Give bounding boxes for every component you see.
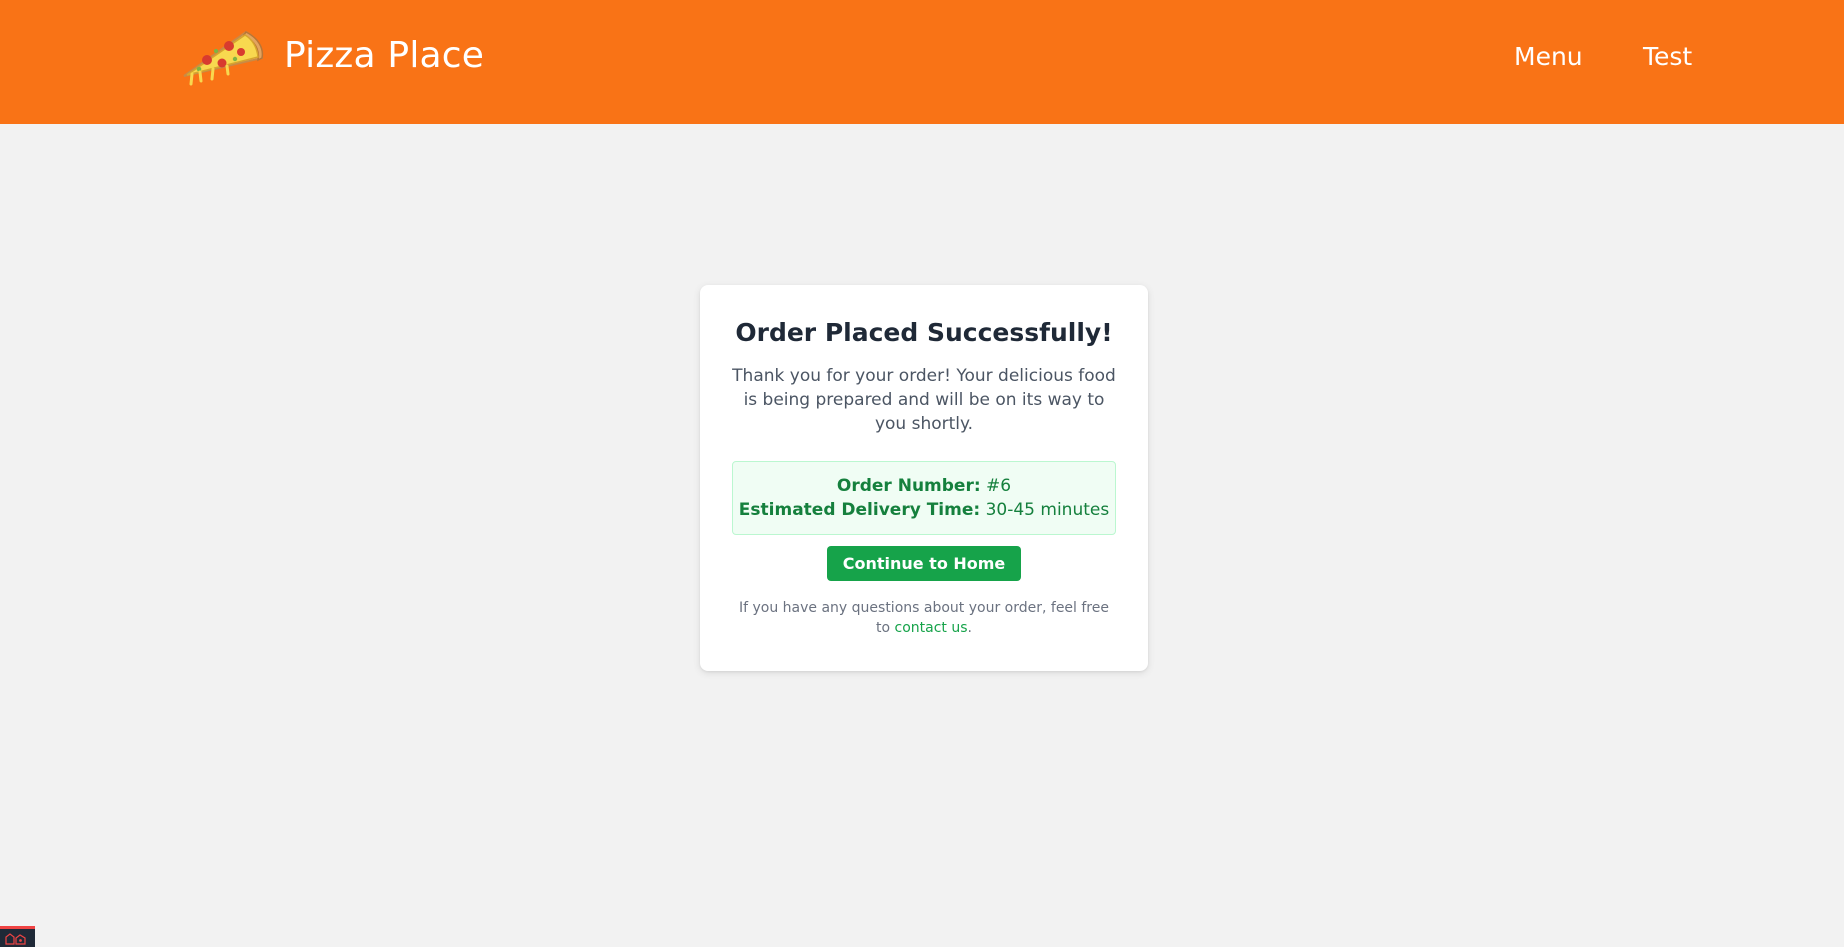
help-text: If you have any questions about your ord… bbox=[732, 598, 1116, 638]
delivery-time-value: 30-45 minutes bbox=[985, 500, 1110, 520]
continue-to-home-button[interactable]: Continue to Home bbox=[827, 546, 1021, 581]
order-number-value: #6 bbox=[986, 476, 1012, 496]
order-confirmation-card: Order Placed Successfully! Thank you for… bbox=[700, 285, 1148, 671]
site-header: Pizza Place Menu Test bbox=[0, 0, 1844, 124]
confirmation-message: Thank you for your order! Your delicious… bbox=[732, 366, 1116, 434]
pizza-slice-icon bbox=[183, 30, 264, 86]
delivery-time-label: Estimated Delivery Time: bbox=[738, 500, 981, 520]
nav-link-test[interactable]: Test bbox=[1643, 44, 1692, 69]
confirmation-title: Order Placed Successfully! bbox=[735, 318, 1113, 347]
devtools-icon bbox=[5, 933, 26, 945]
order-details-box: Order Number: #6 Estimated Delivery Time… bbox=[732, 461, 1116, 535]
brand-name: Pizza Place bbox=[284, 35, 485, 76]
contact-us-link[interactable]: contact us bbox=[895, 620, 968, 636]
brand-home-link[interactable]: Pizza Place bbox=[176, 24, 484, 88]
devtools-launcher[interactable] bbox=[0, 926, 35, 947]
help-text-suffix: . bbox=[967, 620, 972, 636]
order-number-label: Order Number: bbox=[836, 476, 981, 496]
order-number-line: Order Number: #6 bbox=[733, 474, 1115, 498]
nav-link-menu[interactable]: Menu bbox=[1514, 44, 1583, 69]
delivery-time-line: Estimated Delivery Time: 30-45 minutes bbox=[733, 498, 1115, 522]
